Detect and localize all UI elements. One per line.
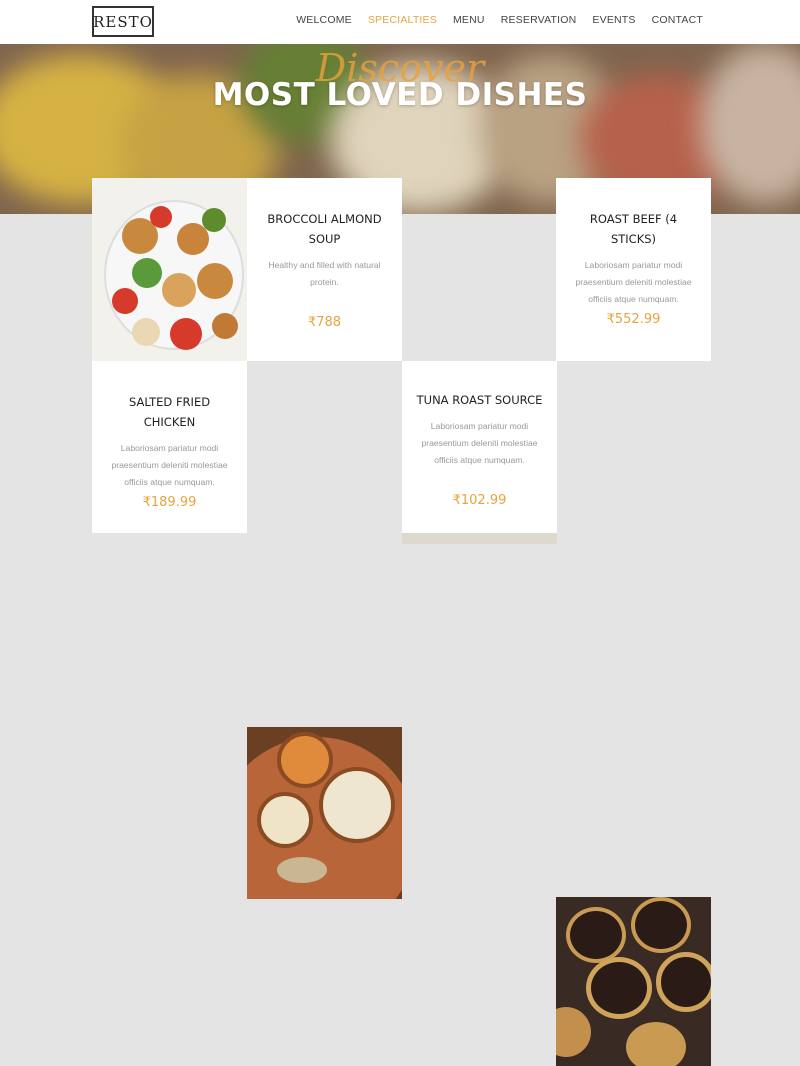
- dish-price: ₹102.99: [452, 493, 507, 508]
- nav-specialties[interactable]: SPECIALTIES: [368, 14, 437, 26]
- dish-image-curry-bowls[interactable]: [247, 727, 402, 899]
- nav-contact[interactable]: CONTACT: [652, 14, 703, 26]
- nav-reservation[interactable]: RESERVATION: [501, 14, 577, 26]
- dish-price: ₹189.99: [142, 495, 197, 510]
- dish-image-chocolate-pastries[interactable]: [556, 897, 711, 1066]
- dish-card[interactable]: TUNA ROAST SOURCE Laboriosam pariatur mo…: [402, 361, 557, 533]
- dish-card[interactable]: BROCCOLI ALMOND SOUP Healthy and filled …: [247, 178, 402, 361]
- nav-events[interactable]: EVENTS: [592, 14, 635, 26]
- dish-name: ROAST BEEF (4 STICKS): [589, 212, 678, 246]
- dish-image-kebab[interactable]: [92, 178, 247, 361]
- hero-title: MOST LOVED DISHES: [212, 77, 588, 113]
- dish-name: SALTED FRIED CHICKEN: [128, 395, 211, 429]
- dish-card[interactable]: ROAST BEEF (4 STICKS) Laboriosam pariatu…: [556, 178, 711, 361]
- dish-description: Laboriosam pariatur modi praesentium del…: [421, 421, 538, 465]
- dish-name: BROCCOLI ALMOND SOUP: [267, 212, 382, 246]
- dish-price: ₹788: [307, 315, 342, 330]
- nav-menu[interactable]: MENU: [453, 14, 485, 26]
- dish-card[interactable]: SALTED FRIED CHICKEN Laboriosam pariatur…: [92, 361, 247, 533]
- logo[interactable]: RESTO: [92, 6, 154, 37]
- dish-name: TUNA ROAST SOURCE: [416, 393, 543, 407]
- main-nav: WELCOME SPECIALTIES MENU RESERVATION EVE…: [280, 14, 703, 26]
- dishes-grid: BROCCOLI ALMOND SOUP Healthy and filled …: [92, 178, 711, 1066]
- nav-welcome[interactable]: WELCOME: [296, 14, 352, 26]
- site-header: RESTO WELCOME SPECIALTIES MENU RESERVATI…: [0, 0, 800, 44]
- dish-price: ₹552.99: [606, 312, 661, 327]
- dish-description: Laboriosam pariatur modi praesentium del…: [575, 260, 692, 304]
- dish-description: Laboriosam pariatur modi praesentium del…: [111, 443, 228, 487]
- dish-description: Healthy and filled with natural protein.: [268, 260, 381, 287]
